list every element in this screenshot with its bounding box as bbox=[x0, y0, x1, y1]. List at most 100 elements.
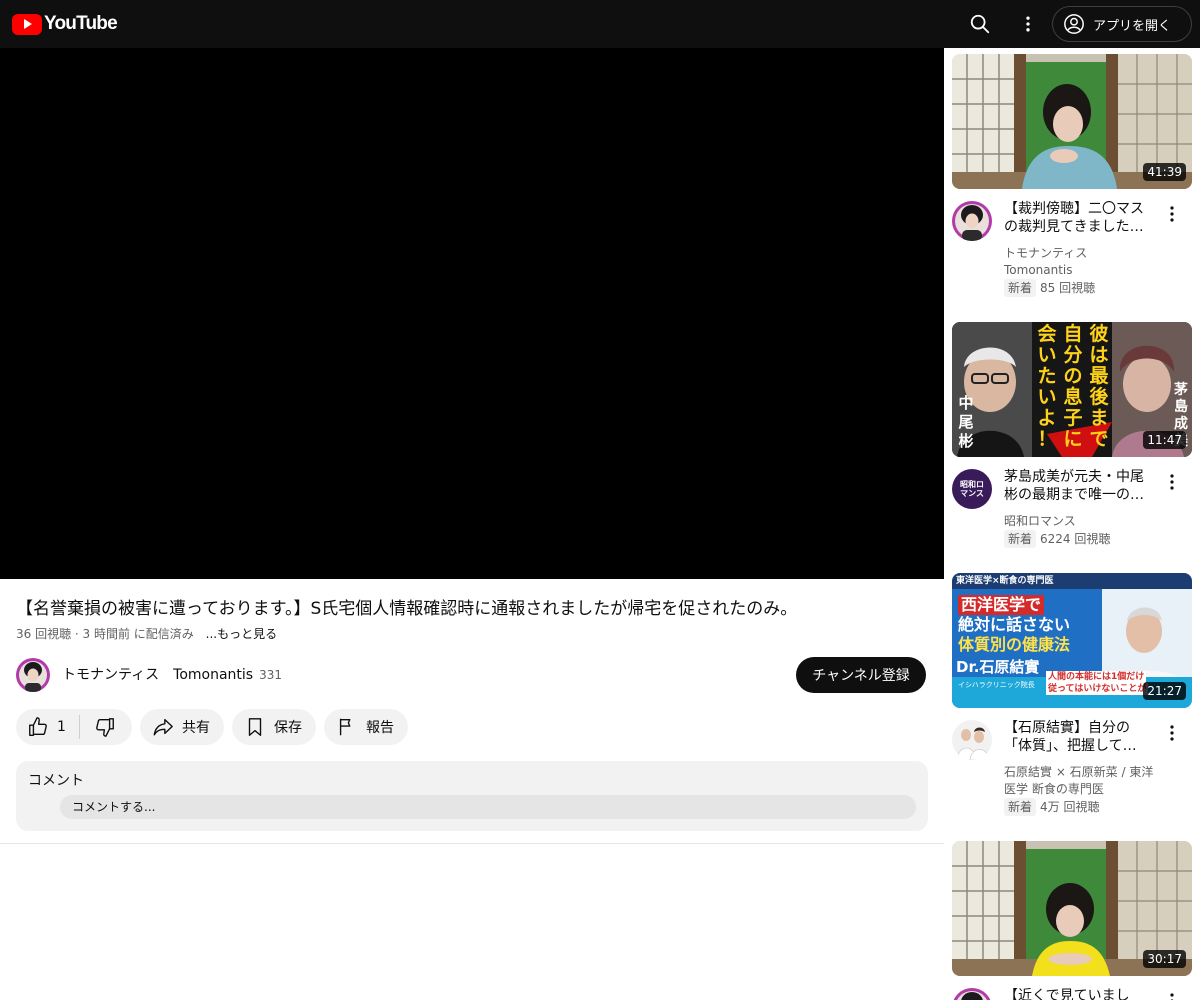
video-meta: 36 回視聴 · 3 時間前 に配信済み ...もっと見る bbox=[16, 625, 277, 643]
report-button[interactable]: 報告 bbox=[324, 709, 408, 745]
video-menu-button[interactable] bbox=[1162, 202, 1182, 226]
channel-line: Tomonantis bbox=[1004, 263, 1073, 277]
note-line: 人間の本能には1個だけ bbox=[1046, 671, 1147, 683]
recommended-video-title: 【近くで見ていまし bbox=[1004, 987, 1154, 1000]
channel-name[interactable]: トモナンティス Tomonantis 331 bbox=[62, 665, 282, 685]
caption-char: ま bbox=[1089, 407, 1109, 429]
recommended-video[interactable]: 30:17 【近くで見ていまし bbox=[952, 841, 1192, 1000]
recommended-video[interactable]: 41:39 【裁判傍聴】二〇マス の裁判見てきました… トモナンティス Tomo… bbox=[952, 54, 1192, 304]
caption-char: 後 bbox=[1089, 386, 1109, 408]
caption-char: 自 bbox=[1063, 323, 1083, 345]
account-circle-icon bbox=[1064, 14, 1084, 34]
channel-avatar[interactable] bbox=[952, 720, 992, 760]
flag-icon bbox=[339, 718, 351, 736]
save-label: 保存 bbox=[274, 720, 302, 736]
search-icon bbox=[970, 14, 990, 34]
caption-char: 彼 bbox=[1089, 323, 1109, 345]
open-app-button[interactable]: アプリを開く bbox=[1052, 6, 1192, 42]
video-title: 【名誉棄損の被害に遭っております。】S氏宅個人情報確認時に通報されましたが帰宅を… bbox=[16, 599, 798, 619]
like-dislike-group: 1 bbox=[16, 709, 132, 745]
caption-char: 中 bbox=[958, 394, 974, 412]
channel-line: 石原結實 × 石原新菜 / 東洋 bbox=[1004, 765, 1154, 779]
save-button[interactable]: 保存 bbox=[232, 709, 316, 745]
show-more-link[interactable]: ...もっと見る bbox=[206, 627, 277, 641]
channel-line: 医学 断食の専門医 bbox=[1004, 782, 1104, 796]
headline-line: 体質別の健康法 bbox=[958, 635, 1071, 654]
recommended-channel: 昭和ロマンス bbox=[1004, 513, 1164, 530]
caption-char: で bbox=[1089, 428, 1109, 450]
caption-char: 最 bbox=[1089, 365, 1109, 387]
title-line: 茅島成美が元夫・中尾 bbox=[1004, 469, 1144, 485]
new-badge: 新着 bbox=[1004, 798, 1037, 816]
channel-avatar-text: 昭和ロマンス bbox=[960, 480, 984, 498]
recommended-video[interactable]: 東洋医学×断食の専門医 西洋医学で 絶対に話さない 体質別の健康法 Dr.石原結… bbox=[952, 573, 1192, 823]
subscribe-button[interactable]: チャンネル登録 bbox=[796, 657, 926, 693]
video-thumbnail[interactable]: 30:17 bbox=[952, 841, 1192, 976]
headline-line: 西洋医学で bbox=[958, 595, 1045, 615]
section-divider bbox=[0, 843, 944, 844]
caption-char: ！ bbox=[1037, 428, 1057, 450]
caption-char: い bbox=[1037, 386, 1057, 408]
video-menu-button[interactable] bbox=[1162, 989, 1182, 1000]
caption-char: 子 bbox=[1063, 407, 1083, 429]
recommended-stats: 新着 6224 回視聴 bbox=[1004, 530, 1110, 548]
channel-name-text: トモナンティス Tomonantis bbox=[62, 667, 254, 683]
video-duration: 21:27 bbox=[1143, 682, 1186, 700]
caption-char: 茅 bbox=[1174, 382, 1188, 398]
caption-char: 尾 bbox=[958, 413, 974, 431]
recommended-video-title: 【石原結實】自分の 「体質」、把握して… bbox=[1004, 719, 1154, 755]
title-line: 「体質」、把握して… bbox=[1004, 738, 1137, 754]
view-count: 85 回視聴 bbox=[1040, 281, 1096, 295]
youtube-logo[interactable]: YouTube bbox=[12, 12, 118, 36]
video-thumbnail[interactable]: 彼 は 最 後 ま で 自 分 の 息 子 に 会 い た い よ ！ 中 尾 … bbox=[952, 322, 1192, 457]
more-vert-icon bbox=[1170, 474, 1174, 490]
new-badge: 新着 bbox=[1004, 279, 1037, 297]
recommended-video[interactable]: 彼 は 最 後 ま で 自 分 の 息 子 に 会 い た い よ ！ 中 尾 … bbox=[952, 322, 1192, 552]
channel-avatar[interactable] bbox=[16, 658, 50, 692]
video-menu-button[interactable] bbox=[1162, 721, 1182, 745]
headline-line: 絶対に話さない bbox=[958, 615, 1071, 634]
video-duration: 11:47 bbox=[1143, 431, 1186, 449]
video-thumbnail[interactable]: 東洋医学×断食の専門医 西洋医学で 絶対に話さない 体質別の健康法 Dr.石原結… bbox=[952, 573, 1192, 708]
note-line: 従ってはいけないことが bbox=[1046, 683, 1149, 695]
channel-avatar-image bbox=[952, 201, 992, 241]
more-vert-icon bbox=[1026, 16, 1030, 32]
dislike-button[interactable] bbox=[80, 709, 132, 745]
thumbnail-doctor-sub: イシハラクリニック院長 bbox=[958, 681, 1035, 689]
channel-avatar[interactable] bbox=[952, 988, 992, 1000]
caption-char: よ bbox=[1037, 407, 1057, 429]
thumbnail-top-caption: 東洋医学×断食の専門医 bbox=[956, 576, 1054, 586]
caption-char: 彬 bbox=[958, 432, 974, 450]
thumbnail-doctor-name: Dr.石原結實 bbox=[956, 658, 1040, 676]
video-duration: 41:39 bbox=[1143, 163, 1186, 181]
share-label: 共有 bbox=[182, 720, 210, 736]
like-button[interactable]: 1 bbox=[16, 709, 79, 745]
title-line: 【近くで見ていまし bbox=[1004, 988, 1130, 1000]
report-label: 報告 bbox=[366, 720, 394, 736]
caption-char: 分 bbox=[1063, 344, 1083, 366]
share-button[interactable]: 共有 bbox=[140, 709, 224, 745]
title-line: の裁判見てきました… bbox=[1004, 219, 1144, 235]
video-menu-button[interactable] bbox=[1162, 470, 1182, 494]
recommended-channel: 石原結實 × 石原新菜 / 東洋 医学 断食の専門医 bbox=[1004, 764, 1164, 798]
channel-line: 昭和ロマンス bbox=[1004, 514, 1076, 528]
caption-char: 会 bbox=[1037, 323, 1057, 345]
search-button[interactable] bbox=[960, 4, 1000, 44]
more-vert-icon bbox=[1170, 725, 1174, 741]
caption-char: た bbox=[1037, 365, 1057, 387]
caption-char: 息 bbox=[1063, 386, 1083, 408]
comment-input[interactable]: コメントする... bbox=[60, 795, 916, 819]
channel-avatar-image bbox=[952, 720, 992, 760]
channel-avatar[interactable]: 昭和ロマンス bbox=[952, 469, 992, 509]
more-options-button[interactable] bbox=[1008, 4, 1048, 44]
video-player[interactable] bbox=[0, 48, 944, 579]
video-thumbnail[interactable]: 41:39 bbox=[952, 54, 1192, 189]
thumbnail-caption: 彼 は 最 後 ま で 自 分 の 息 子 に 会 い た い よ ！ bbox=[1034, 324, 1112, 454]
view-count: 4万 回視聴 bbox=[1040, 800, 1100, 814]
channel-avatar[interactable] bbox=[952, 201, 992, 241]
top-app-bar: YouTube アプリを開く bbox=[0, 0, 1200, 48]
comments-section[interactable]: コメント コメントする... bbox=[16, 761, 928, 831]
youtube-play-icon bbox=[12, 13, 42, 35]
more-vert-icon bbox=[1170, 993, 1174, 1000]
recommended-stats: 新着 85 回視聴 bbox=[1004, 279, 1095, 297]
